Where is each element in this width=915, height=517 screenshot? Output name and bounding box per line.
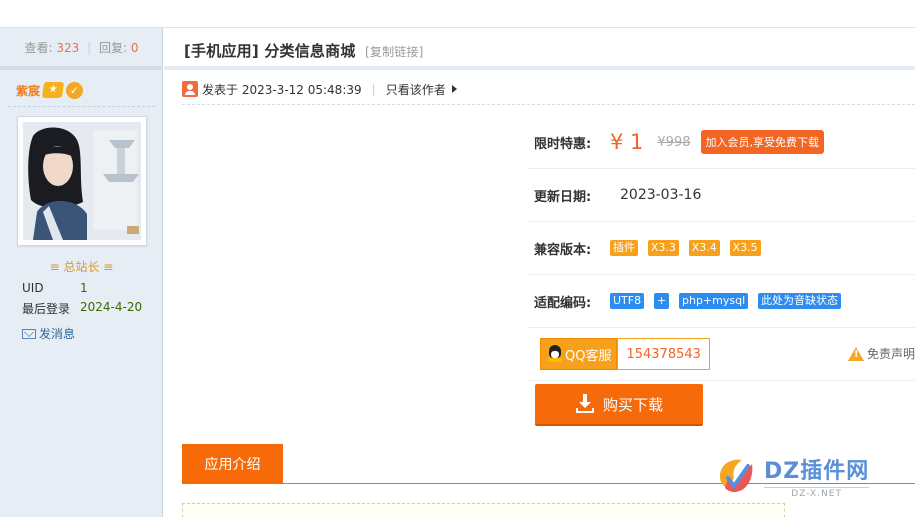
dz-logo-icon <box>714 454 758 498</box>
title-bar: [手机应用] 分类信息商城 [复制链接] <box>164 28 915 66</box>
download-icon <box>575 394 595 414</box>
mail-icon <box>22 328 36 339</box>
compat-tag: 插件 <box>610 240 638 256</box>
author-name-link[interactable]: 紫宸 <box>16 82 40 99</box>
last-login-value: 2024-4-20 <box>80 300 143 314</box>
qq-icon <box>547 345 563 363</box>
stats-separator: | <box>87 41 92 55</box>
qq-service-label: QQ客服 <box>565 348 612 364</box>
intro-content-box <box>182 503 785 517</box>
top-strip <box>0 0 915 28</box>
encoding-tag: UTF8 <box>610 293 645 309</box>
post-meta: 发表于 2023-3-12 05:48:39 | 只看该作者 <box>182 80 457 98</box>
encoding-tag: php+mysql <box>678 293 749 309</box>
page-title: [手机应用] 分类信息商城 [复制链接] <box>184 40 424 61</box>
buy-download-button[interactable]: 购买下载 <box>535 384 703 424</box>
uid-row: UID 1 <box>22 281 88 295</box>
compat-tag: X3.3 <box>647 240 679 256</box>
thread-stats: 查看: 323 | 回复: 0 <box>0 28 163 66</box>
site-watermark: DZ插件网 DZ-X.NET <box>714 446 904 506</box>
sidebar-divider <box>0 66 163 70</box>
disclaimer-link[interactable]: 免责声明 <box>848 345 915 362</box>
buy-download-label: 购买下载 <box>602 395 663 414</box>
last-login-row: 最后登录 2024-4-20 <box>22 300 142 317</box>
disclaimer-label: 免责声明 <box>867 347 915 361</box>
encoding-tag: 此处为音缺状态 <box>757 293 841 309</box>
qq-service: QQ客服 154378543 <box>540 338 710 370</box>
uid-value[interactable]: 1 <box>80 281 88 295</box>
title-divider <box>164 66 915 70</box>
update-label: 更新日期: <box>534 189 592 205</box>
watermark-subtitle: DZ-X.NET <box>764 487 870 499</box>
posted-at: 发表于 2023-3-12 05:48:39 <box>202 82 362 97</box>
author-sidebar: 查看: 323 | 回复: 0 紫宸 ★ ✓ ≡ 总站长 ≡ UID 1 最后登… <box>0 28 163 517</box>
qq-number[interactable]: 154378543 <box>617 338 710 370</box>
watermark-title: DZ插件网 <box>764 459 870 484</box>
author-divider <box>8 106 155 107</box>
avatar[interactable] <box>17 116 147 246</box>
avatar-image <box>23 122 141 240</box>
update-value: 2023-03-16 <box>620 187 702 203</box>
meta-separator: | <box>371 82 376 96</box>
compat-row: 兼容版本: 插件 X3.3 X3.4 X3.5 <box>528 222 915 275</box>
send-message-label: 发消息 <box>39 327 76 341</box>
price-row: 限时特惠: ¥ 1 ¥998 加入会员,享受免费下载 <box>528 116 915 169</box>
warning-icon <box>848 346 864 361</box>
qq-service-button[interactable]: QQ客服 <box>540 338 618 370</box>
price-value: ¥ 1 <box>610 130 644 154</box>
compat-tag: X3.5 <box>729 240 761 256</box>
copy-link-button[interactable]: [复制链接] <box>365 45 424 59</box>
encoding-row: 适配编码: UTF8 + php+mysql 此处为音缺状态 <box>528 275 915 328</box>
send-message-link[interactable]: 发消息 <box>22 325 75 342</box>
uid-label: UID <box>22 281 44 295</box>
caret-right-icon <box>451 85 457 93</box>
post-title: [手机应用] 分类信息商城 <box>184 42 356 60</box>
tab-app-intro[interactable]: 应用介绍 <box>182 444 283 484</box>
update-row: 更新日期: 2023-03-16 <box>528 169 915 222</box>
last-login-label: 最后登录 <box>22 302 71 316</box>
old-price: ¥998 <box>657 134 691 150</box>
vip-join-button[interactable]: 加入会员,享受免费下载 <box>700 130 824 154</box>
replies-label: 回复: <box>98 41 128 55</box>
post-main: [手机应用] 分类信息商城 [复制链接] 发表于 2023-3-12 05:48… <box>164 28 915 517</box>
user-icon <box>182 81 198 97</box>
meta-divider <box>182 104 915 105</box>
user-rank: ≡ 总站长 ≡ <box>49 260 114 274</box>
encoding-label: 适配编码: <box>534 295 592 311</box>
verified-icon: ✓ <box>66 81 84 99</box>
replies-count: 0 <box>130 41 139 55</box>
views-label: 查看: <box>24 41 53 55</box>
author-row: 紫宸 ★ ✓ <box>16 80 84 100</box>
crown-icon: ★ <box>41 82 65 98</box>
views-count: 323 <box>56 41 80 55</box>
encoding-tag: + <box>653 293 670 309</box>
author-only-link[interactable]: 只看该作者 <box>386 81 446 98</box>
compat-tag: X3.4 <box>688 240 720 256</box>
price-label: 限时特惠: <box>534 136 592 152</box>
compat-label: 兼容版本: <box>534 242 592 258</box>
